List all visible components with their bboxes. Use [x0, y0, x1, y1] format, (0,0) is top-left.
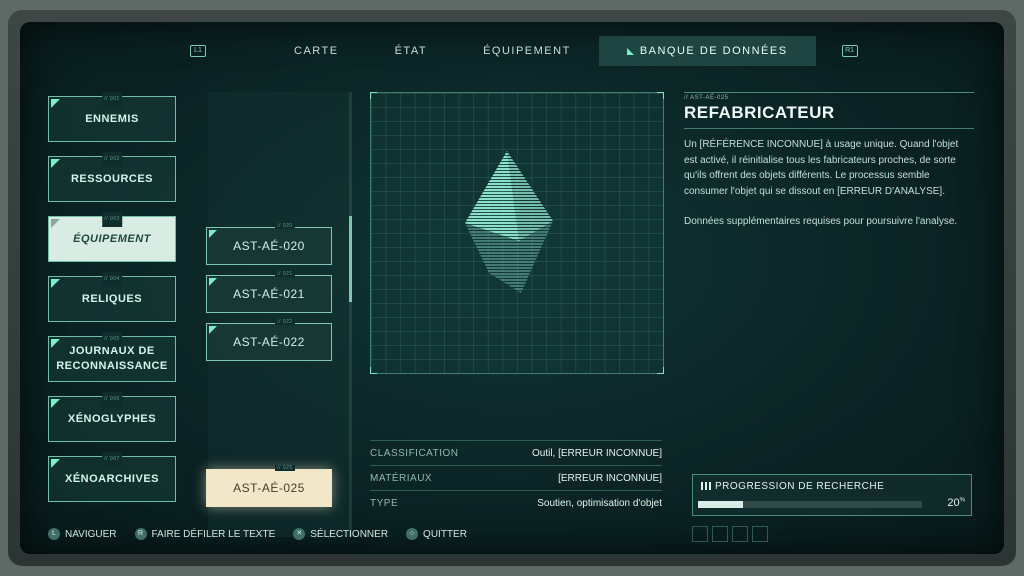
item-number: // 025: [275, 465, 295, 471]
category-number: // 007: [102, 452, 122, 467]
research-progress-bar: [698, 501, 922, 508]
item-label: AST-AÉ-020: [233, 239, 305, 253]
category-number: // 003: [102, 212, 122, 227]
research-progress-title: PROGRESSION DE RECHERCHE: [701, 481, 884, 492]
item-ast-ae-021[interactable]: // 021 AST-AÉ-021: [206, 271, 332, 313]
new-entry-marker-icon: [51, 159, 60, 168]
new-entry-marker-icon: [51, 339, 60, 348]
hint-select[interactable]: ✕ SÉLECTIONNER: [293, 528, 388, 540]
category-enemies[interactable]: // 001 ENNEMIS: [48, 92, 176, 142]
category-label: XÉNOGLYPHES: [67, 412, 157, 425]
tab-equipment[interactable]: ÉQUIPEMENT: [455, 36, 599, 66]
research-progress-fill: [698, 501, 743, 508]
tab-databank[interactable]: BANQUE DE DONNÉES: [598, 36, 816, 66]
new-entry-marker-icon: [51, 459, 60, 468]
hint-label: FAIRE DÉFILER LE TEXTE: [151, 528, 276, 540]
tab-map[interactable]: CARTE: [266, 36, 367, 66]
research-progress-panel: PROGRESSION DE RECHERCHE 20%: [692, 474, 972, 516]
new-entry-marker-icon: [51, 99, 60, 108]
decor-square: [752, 526, 768, 542]
item-ast-ae-022[interactable]: // 022 AST-AÉ-022: [206, 319, 332, 361]
stat-key: TYPE: [370, 497, 399, 509]
hint-quit[interactable]: ○ QUITTER: [406, 528, 467, 540]
item-stats-table: CLASSIFICATION Outil, [ERREUR INCONNUE] …: [370, 440, 662, 515]
item-number: // 020: [275, 223, 295, 229]
category-scout-logs[interactable]: // 005 JOURNAUX DE RECONNAISSANCE: [48, 332, 176, 382]
category-xenoglyphs[interactable]: // 006 XÉNOGLYPHES: [48, 392, 176, 442]
category-label: JOURNAUX DE RECONNAISSANCE: [56, 345, 168, 372]
hint-label: SÉLECTIONNER: [310, 528, 389, 540]
hint-scroll-text[interactable]: R FAIRE DÉFILER LE TEXTE: [134, 528, 276, 540]
hint-label: NAVIGUER: [65, 528, 117, 540]
category-number: // 004: [102, 272, 122, 287]
item-label: AST-AÉ-021: [233, 287, 305, 301]
stat-row-classification: CLASSIFICATION Outil, [ERREUR INCONNUE]: [370, 440, 662, 465]
stat-value: [ERREUR INCONNUE]: [558, 472, 662, 484]
research-progress-unit: %: [959, 497, 965, 504]
new-entry-marker-icon: [209, 326, 217, 334]
detail-code: // AST-AÉ-025: [684, 92, 974, 101]
category-label: ÉQUIPEMENT: [73, 232, 151, 245]
stat-row-type: TYPE Soutien, optimisation d'objet: [370, 490, 662, 515]
detail-extra-note: Données supplémentaires requises pour po…: [684, 216, 958, 227]
r-stick-icon: R: [134, 528, 147, 540]
new-entry-marker-icon: [209, 278, 217, 286]
databank-screen: L1 CARTE ÉTAT ÉQUIPEMENT BANQUE DE DONNÉ…: [20, 22, 1004, 554]
l-stick-icon: L: [48, 528, 60, 540]
bar-chart-icon: [701, 482, 711, 490]
decor-square: [732, 526, 748, 542]
detail-title: REFABRICATEUR: [684, 103, 974, 129]
item-list-scroll-track: [349, 92, 352, 537]
category-equipment[interactable]: // 003 ÉQUIPEMENT: [48, 212, 176, 262]
category-number: // 005: [102, 332, 122, 347]
top-tab-bar: L1 CARTE ÉTAT ÉQUIPEMENT BANQUE DE DONNÉ…: [190, 36, 870, 66]
circle-button-icon: ○: [406, 528, 419, 540]
tab-databank-label: BANQUE DE DONNÉES: [639, 45, 788, 57]
refabricator-hologram-icon: [465, 151, 553, 293]
stat-key: CLASSIFICATION: [370, 447, 459, 459]
research-progress-label: PROGRESSION DE RECHERCHE: [715, 481, 885, 492]
new-entry-marker-icon: [209, 230, 217, 238]
category-relics[interactable]: // 004 RELIQUES: [48, 272, 176, 322]
l1-bumper-icon[interactable]: L1: [190, 45, 206, 57]
active-tab-marker-icon: [626, 47, 634, 55]
hint-navigate[interactable]: L NAVIGUER: [48, 528, 117, 540]
research-progress-value: 20%: [947, 497, 965, 509]
item-ast-ae-020[interactable]: // 020 AST-AÉ-020: [206, 223, 332, 265]
detail-description: Un [RÉFÉRENCE INCONNUE] à usage unique. …: [684, 139, 959, 197]
item-model-viewer: [370, 92, 664, 374]
item-detail-panel: // AST-AÉ-025 REFABRICATEUR Un [RÉFÉRENC…: [684, 92, 974, 230]
item-label: AST-AÉ-022: [233, 335, 305, 349]
category-xenoarchives[interactable]: // 007 XÉNOARCHIVES: [48, 452, 176, 502]
category-number: // 006: [102, 392, 122, 407]
item-ast-ae-025[interactable]: // 025 AST-AÉ-025: [206, 465, 332, 507]
controller-hints: L NAVIGUER R FAIRE DÉFILER LE TEXTE ✕ SÉ…: [48, 528, 485, 540]
item-number: // 022: [275, 319, 295, 325]
r1-bumper-icon[interactable]: R1: [841, 45, 858, 57]
item-label: AST-AÉ-025: [233, 481, 305, 495]
category-label: ENNEMIS: [85, 112, 139, 125]
category-number: // 001: [102, 92, 122, 107]
cross-button-icon: ✕: [293, 528, 306, 540]
category-label: XÉNOARCHIVES: [64, 472, 160, 485]
new-entry-marker-icon: [51, 219, 60, 228]
stat-key: MATÉRIAUX: [370, 472, 433, 484]
item-list-scrollbar[interactable]: [349, 216, 352, 302]
stat-row-materials: MATÉRIAUX [ERREUR INCONNUE]: [370, 465, 662, 490]
category-label: RELIQUES: [81, 292, 143, 305]
item-number: // 021: [275, 271, 295, 277]
stat-value: Outil, [ERREUR INCONNUE]: [531, 447, 662, 459]
research-progress-percent: 20: [947, 497, 960, 509]
hint-label: QUITTER: [423, 528, 467, 540]
decor-square: [692, 526, 708, 542]
category-resources[interactable]: // 002 RESSOURCES: [48, 152, 176, 202]
decor-square: [712, 526, 728, 542]
category-label: RESSOURCES: [70, 172, 154, 185]
tab-status[interactable]: ÉTAT: [367, 36, 455, 66]
new-entry-marker-icon: [51, 399, 60, 408]
new-entry-marker-icon: [51, 279, 60, 288]
category-number: // 002: [102, 152, 122, 167]
stat-value: Soutien, optimisation d'objet: [537, 497, 662, 509]
